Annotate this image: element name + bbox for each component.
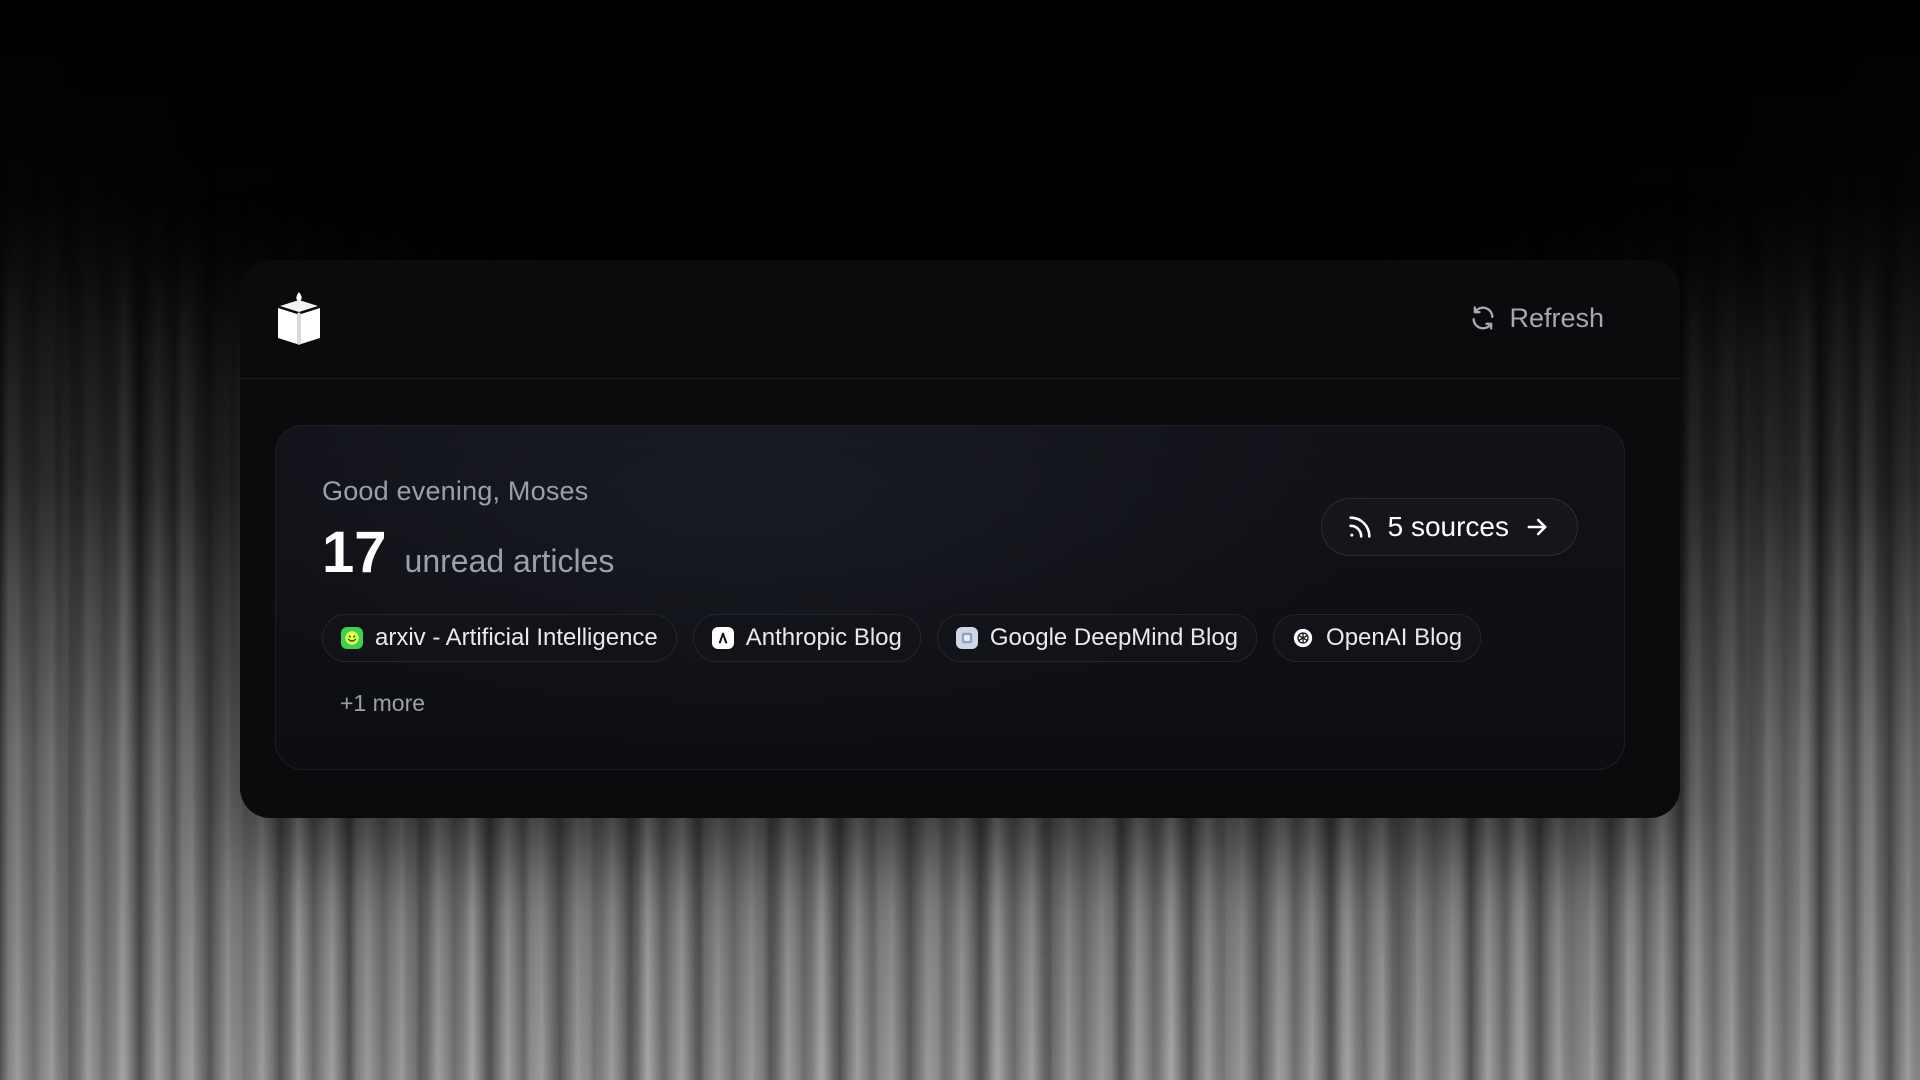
refresh-label: Refresh — [1509, 302, 1604, 333]
summary-panel: Good evening, Moses 17 unread articles 5… — [275, 425, 1625, 770]
rss-icon — [1346, 513, 1374, 541]
greeting-text: Good evening, Moses — [322, 476, 589, 506]
feed-chip-list: arxiv - Artificial Intelligence Anthropi… — [322, 614, 1482, 662]
unread-label: unread articles — [404, 543, 615, 579]
deepmind-icon — [955, 627, 978, 649]
feed-chip-anthropic[interactable]: Anthropic Blog — [692, 614, 921, 662]
feed-chip-deepmind[interactable]: Google DeepMind Blog — [936, 614, 1258, 662]
feed-chip-label: arxiv - Artificial Intelligence — [375, 624, 658, 651]
feed-chip-label: OpenAI Blog — [1326, 624, 1463, 651]
unread-summary: 17 unread articles — [322, 524, 614, 582]
open-book-icon — [272, 288, 326, 348]
sources-button[interactable]: 5 sources — [1320, 498, 1578, 556]
more-feeds-link[interactable]: +1 more — [340, 690, 425, 717]
feed-chip-label: Google DeepMind Blog — [989, 624, 1239, 651]
openai-icon — [1292, 627, 1314, 649]
feed-chip-arxiv[interactable]: arxiv - Artificial Intelligence — [322, 614, 677, 662]
feed-chip-label: Anthropic Blog — [745, 624, 902, 651]
unread-count: 17 — [322, 520, 387, 585]
anthropic-icon — [711, 627, 734, 649]
feed-reader-window: Refresh Good evening, Moses 17 unread ar… — [240, 260, 1680, 818]
feed-chip-openai[interactable]: OpenAI Blog — [1273, 614, 1482, 662]
refresh-button[interactable]: Refresh — [1469, 300, 1604, 336]
refresh-icon — [1469, 304, 1497, 332]
arrow-right-icon — [1523, 513, 1551, 541]
app-header: Refresh — [240, 260, 1680, 379]
arxiv-icon — [341, 627, 363, 649]
sources-label: 5 sources — [1387, 511, 1509, 542]
